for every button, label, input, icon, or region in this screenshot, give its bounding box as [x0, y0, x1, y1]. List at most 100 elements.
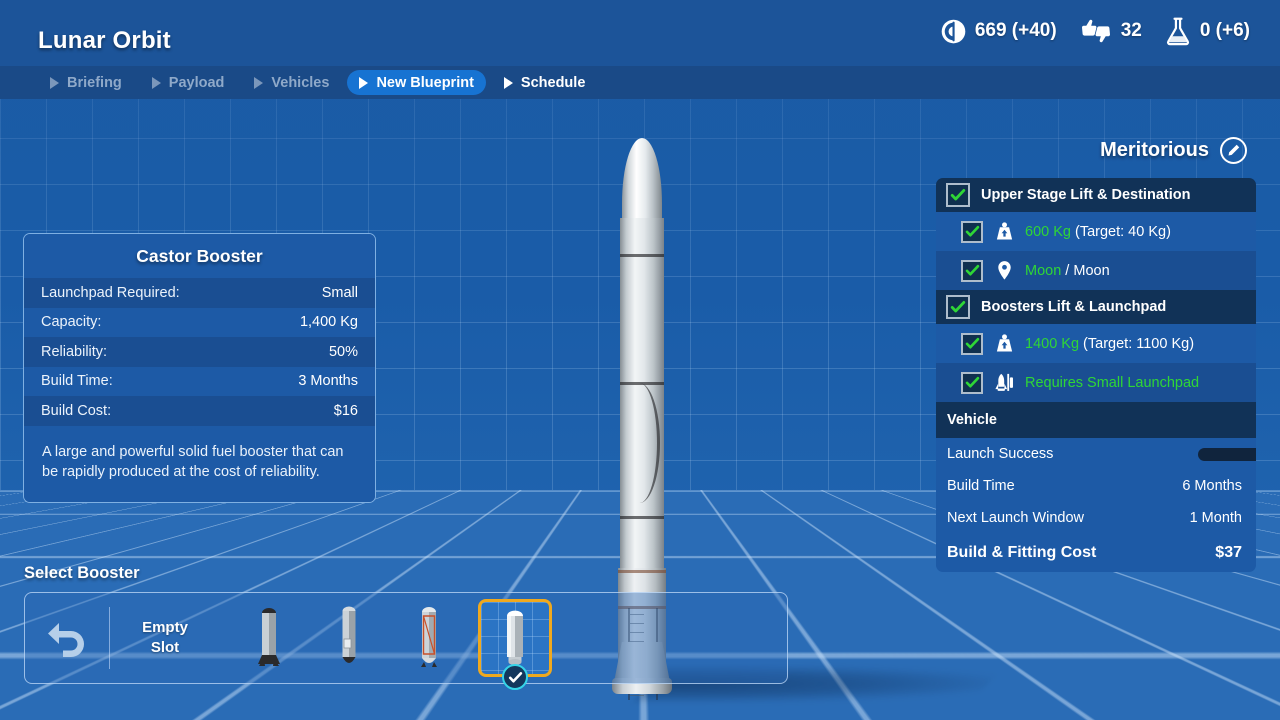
launch-success-progressbar	[1053, 447, 1256, 461]
vehicle-stat-label: Build Time	[947, 478, 1015, 494]
part-info-card: Castor Booster Launchpad Required: Small…	[23, 233, 376, 503]
title-bar: Lunar Orbit 669 (+40) 32 0 (+6)	[0, 0, 1280, 66]
requirement-value: 600 Kg	[1025, 223, 1071, 240]
tab-label: Briefing	[67, 74, 122, 91]
requirement-target: (Target: 1100 Kg)	[1079, 335, 1195, 352]
check-icon	[965, 376, 979, 388]
resource-money: 669 (+40)	[940, 18, 1057, 45]
play-triangle-icon	[50, 76, 59, 89]
tab-payload[interactable]: Payload	[140, 70, 237, 95]
vehicle-section-header: Vehicle	[936, 402, 1256, 438]
empty-slot-line1: Empty	[142, 619, 188, 636]
resource-science: 0 (+6)	[1164, 16, 1250, 46]
vehicle-stat-value: 1 Month	[1189, 510, 1242, 526]
requirement-upper-stage-mass: 600 Kg (Target: 40 Kg)	[936, 212, 1256, 251]
part-name: Castor Booster	[24, 234, 375, 278]
vehicle-stat-label: Next Launch Window	[947, 510, 1085, 526]
check-icon	[965, 337, 979, 349]
booster-thumb-3[interactable]	[398, 602, 460, 674]
vehicle-launch-success: Launch Success 54%	[936, 438, 1256, 470]
requirement-boosters-launchpad: Requires Small Launchpad	[936, 363, 1256, 402]
undo-button[interactable]	[25, 593, 109, 683]
reputation-icon	[1079, 18, 1113, 44]
stat-value: $16	[333, 402, 358, 419]
play-triangle-icon	[359, 76, 369, 89]
stat-label: Capacity:	[41, 314, 102, 331]
undo-arrow-icon	[48, 623, 84, 657]
group-checkbox	[946, 183, 970, 207]
vehicle-build-fitting-cost: Build & Fitting Cost $37	[936, 534, 1256, 572]
tab-label: Vehicles	[271, 74, 330, 91]
science-flask-icon	[1164, 16, 1192, 46]
check-icon	[950, 301, 966, 313]
tab-label: Schedule	[520, 74, 586, 91]
vehicle-next-launch-window: Next Launch Window 1 Month	[936, 502, 1256, 534]
check-icon	[965, 264, 979, 276]
stat-reliability: Reliability: 50%	[24, 337, 375, 367]
group-label: Boosters Lift & Launchpad	[981, 299, 1167, 315]
booster-thumb-4[interactable]	[478, 599, 552, 690]
stat-label: Reliability:	[41, 343, 108, 360]
stat-capacity: Capacity: 1,400 Kg	[24, 307, 375, 337]
requirement-value: Requires Small Launchpad	[1025, 374, 1200, 391]
booster-selector-bar: Empty Slot	[24, 592, 788, 690]
requirement-checkbox	[961, 371, 983, 394]
resource-reputation: 32	[1079, 18, 1142, 44]
stat-build-time: Build Time: 3 Months	[24, 366, 375, 396]
check-icon	[508, 671, 522, 683]
requirement-checkbox	[961, 220, 983, 243]
selector-title: Select Booster	[24, 564, 140, 582]
resource-bar: 669 (+40) 32 0 (+6)	[940, 16, 1250, 46]
edit-blueprint-name-button[interactable]	[1220, 137, 1247, 164]
vehicle-total-value: $37	[1215, 544, 1242, 561]
requirement-upper-stage-destination: Moon / Moon	[936, 251, 1256, 290]
tab-schedule[interactable]: Schedule	[492, 70, 597, 95]
stat-label: Launchpad Required:	[41, 284, 180, 301]
stat-value: Small	[321, 284, 358, 301]
mass-icon	[993, 333, 1015, 354]
vehicle-stat-label: Launch Success	[947, 446, 1054, 462]
vehicle-stat-value: 6 Months	[1182, 478, 1242, 494]
requirements-panel: Upper Stage Lift & Destination 600 Kg (T…	[936, 178, 1256, 572]
requirement-checkbox	[961, 259, 983, 282]
vehicle-total-label: Build & Fitting Cost	[947, 544, 1097, 561]
blueprint-name-header: Meritorious	[1100, 137, 1247, 164]
coin-icon	[940, 18, 967, 45]
group-label: Upper Stage Lift & Destination	[981, 187, 1191, 203]
stat-value: 3 Months	[298, 373, 358, 390]
stat-launchpad-required: Launchpad Required: Small	[24, 278, 375, 308]
group-checkbox	[946, 295, 970, 319]
part-description: A large and powerful solid fuel booster …	[24, 425, 375, 502]
check-icon	[965, 225, 979, 237]
vehicle-build-time: Build Time 6 Months	[936, 470, 1256, 502]
requirement-checkbox	[961, 332, 983, 355]
tab-vehicles[interactable]: Vehicles	[242, 70, 341, 95]
tab-new-blueprint[interactable]: New Blueprint	[347, 70, 486, 95]
booster-thumb-2[interactable]	[318, 602, 380, 674]
booster-tiles	[220, 599, 552, 690]
pencil-icon	[1228, 144, 1240, 156]
destination-pin-icon	[993, 260, 1015, 281]
blueprint-name: Meritorious	[1100, 139, 1209, 161]
check-icon	[950, 189, 966, 201]
tab-briefing[interactable]: Briefing	[38, 70, 134, 95]
mass-icon	[993, 221, 1015, 242]
stat-value: 1,400 Kg	[299, 314, 358, 331]
money-value: 669 (+40)	[974, 20, 1057, 41]
launchpad-icon	[993, 372, 1015, 393]
tab-label: New Blueprint	[376, 74, 474, 91]
requirement-boosters-mass: 1400 Kg (Target: 1100 Kg)	[936, 324, 1256, 363]
selected-check-badge	[502, 664, 528, 690]
page-title: Lunar Orbit	[38, 27, 171, 54]
requirement-target: / Moon	[1061, 262, 1110, 279]
requirement-group-upper-stage: Upper Stage Lift & Destination	[936, 178, 1256, 212]
empty-slot-option[interactable]: Empty Slot	[110, 618, 220, 658]
empty-slot-line2: Slot	[150, 639, 180, 656]
stat-value: 50%	[328, 343, 358, 360]
requirement-target: (Target: 40 Kg)	[1070, 223, 1171, 240]
requirement-group-boosters: Boosters Lift & Launchpad	[936, 290, 1256, 324]
stat-build-cost: Build Cost: $16	[24, 396, 375, 426]
booster-thumb-1[interactable]	[238, 602, 300, 674]
stat-label: Build Cost:	[41, 402, 112, 419]
play-triangle-icon	[503, 76, 513, 89]
